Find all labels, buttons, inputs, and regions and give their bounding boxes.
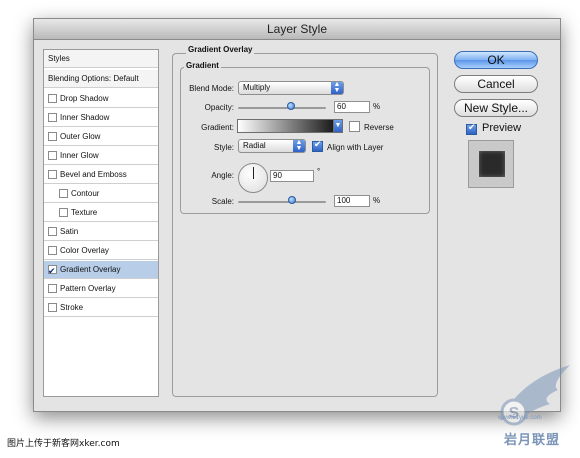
opacity-field[interactable]: 60 <box>334 101 370 113</box>
watermark-text: 岩月联盟 <box>504 432 561 447</box>
bevel-emboss-checkbox[interactable] <box>48 170 57 179</box>
image-caption: 图片上传于新客网xker.com <box>7 439 120 449</box>
dialog-title: Layer Style <box>34 19 560 40</box>
layer-style-dialog: Layer Style Styles Blending Options: Def… <box>33 18 561 412</box>
angle-dial[interactable] <box>238 163 268 193</box>
scale-field[interactable]: 100 <box>334 195 370 207</box>
angle-field[interactable]: 90 <box>270 170 314 182</box>
blend-mode-select[interactable]: Multiply ▲ ▼ <box>238 81 344 95</box>
opacity-slider-thumb[interactable] <box>287 102 295 110</box>
scale-slider-thumb[interactable] <box>288 196 296 204</box>
blend-mode-value: Multiply <box>243 83 271 92</box>
opacity-slider-track[interactable] <box>238 107 326 109</box>
style-item-gradient-overlay[interactable]: Gradient Overlay <box>44 261 158 280</box>
preview-label: Preview <box>482 122 522 134</box>
blending-options-item[interactable]: Blending Options: Default <box>44 70 158 88</box>
drop-shadow-checkbox[interactable] <box>48 94 57 103</box>
gradient-label: Gradient: <box>201 123 234 132</box>
reverse-label: Reverse <box>364 123 394 132</box>
inner-shadow-checkbox[interactable] <box>48 113 57 122</box>
wing-logo-icon: S <box>500 365 570 426</box>
satin-checkbox[interactable] <box>48 227 57 236</box>
style-label: Style: <box>213 143 234 152</box>
preview-checkbox[interactable] <box>466 122 477 135</box>
gradient-dropdown-icon[interactable]: ▼ <box>333 119 343 133</box>
style-item-bevel-emboss[interactable]: Bevel and Emboss <box>44 166 158 184</box>
color-overlay-checkbox[interactable] <box>48 246 57 255</box>
style-item-color-overlay[interactable]: Color Overlay <box>44 242 158 260</box>
style-item-pattern-overlay[interactable]: Pattern Overlay <box>44 280 158 298</box>
style-item-stroke[interactable]: Stroke <box>44 299 158 317</box>
style-item-label: Bevel and Emboss <box>60 170 127 179</box>
contour-checkbox[interactable] <box>59 189 68 198</box>
gradient-overlay-checkbox[interactable] <box>48 262 57 280</box>
style-item-inner-glow[interactable]: Inner Glow <box>44 147 158 165</box>
stroke-checkbox[interactable] <box>48 303 57 312</box>
styles-list: Styles Blending Options: Default Drop Sh… <box>43 49 159 397</box>
style-item-label: Drop Shadow <box>60 94 109 103</box>
style-item-contour[interactable]: Contour <box>44 185 158 203</box>
style-item-drop-shadow[interactable]: Drop Shadow <box>44 90 158 108</box>
outer-glow-checkbox[interactable] <box>48 132 57 141</box>
styles-header[interactable]: Styles <box>44 50 158 68</box>
align-with-layer-checkbox[interactable] <box>312 139 323 152</box>
style-item-outer-glow[interactable]: Outer Glow <box>44 128 158 146</box>
angle-label: Angle: <box>211 171 234 180</box>
opacity-percent: % <box>373 102 381 111</box>
preview-swatch <box>479 151 505 177</box>
style-select[interactable]: Radial ▲ ▼ <box>238 139 306 153</box>
style-item-texture[interactable]: Texture <box>44 204 158 222</box>
texture-checkbox[interactable] <box>59 208 68 217</box>
gradient-swatch[interactable] <box>237 119 334 133</box>
new-style-button[interactable]: New Style... <box>454 99 538 117</box>
gradient-overlay-title: Gradient Overlay <box>186 45 255 54</box>
watermark-url: www.51yue.com <box>498 415 542 421</box>
ok-button[interactable]: OK <box>454 51 538 69</box>
scale-percent: % <box>373 196 381 205</box>
style-item-label: Inner Shadow <box>60 113 110 122</box>
select-arrows-icon: ▲ ▼ <box>293 139 305 152</box>
select-arrows-icon: ▲ ▼ <box>331 81 343 94</box>
style-preview <box>468 140 514 188</box>
gradient-subgroup-title: Gradient <box>184 61 221 70</box>
style-item-label: Texture <box>71 208 98 217</box>
style-value: Radial <box>243 141 266 150</box>
style-item-label: Inner Glow <box>60 151 99 160</box>
scale-label: Scale: <box>211 197 234 206</box>
opacity-label: Opacity: <box>204 103 234 112</box>
pattern-overlay-checkbox[interactable] <box>48 284 57 293</box>
scale-slider-track[interactable] <box>238 201 326 203</box>
style-item-label: Gradient Overlay <box>60 265 121 274</box>
reverse-checkbox[interactable] <box>349 121 360 132</box>
inner-glow-checkbox[interactable] <box>48 151 57 160</box>
style-item-label: Color Overlay <box>60 246 109 255</box>
style-item-label: Satin <box>60 227 79 236</box>
align-with-layer-label: Align with Layer <box>327 143 384 152</box>
style-item-label: Pattern Overlay <box>60 284 116 293</box>
style-item-satin[interactable]: Satin <box>44 223 158 241</box>
cancel-button[interactable]: Cancel <box>454 75 538 93</box>
style-item-inner-shadow[interactable]: Inner Shadow <box>44 109 158 127</box>
style-item-label: Stroke <box>60 303 84 312</box>
style-item-label: Outer Glow <box>60 132 101 141</box>
blend-mode-label: Blend Mode: <box>189 84 234 93</box>
degree-symbol: ° <box>317 167 321 176</box>
style-item-label: Contour <box>71 189 100 198</box>
